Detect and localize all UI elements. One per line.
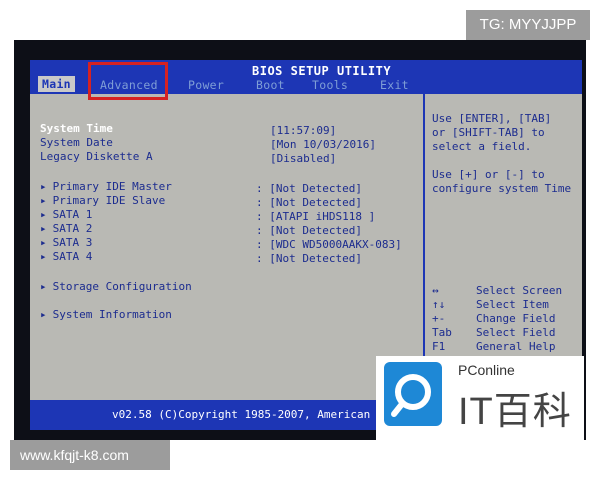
device-value: : [ATAPI iHDS118 ]	[256, 210, 376, 223]
device-label: SATA 4	[52, 250, 93, 263]
key-legend-row: F1 General Help	[432, 340, 555, 353]
device-value: : [Not Detected]	[256, 224, 362, 237]
key-action: General Help	[476, 340, 556, 353]
key-action: Change Field	[476, 312, 556, 325]
key-legend-row: ↔ Select Screen	[432, 284, 562, 297]
tab-tools[interactable]: Tools	[312, 78, 348, 92]
tg-watermark: TG: MYYJJPP	[466, 10, 590, 40]
legacy-diskette-label[interactable]: Legacy Diskette A	[40, 150, 153, 163]
system-time-value[interactable]: [11:57:09]	[270, 124, 336, 137]
device-label: SATA 3	[52, 236, 93, 249]
key-action: Select Field	[476, 326, 556, 339]
submenu-arrow-icon: ▸	[40, 180, 47, 193]
advanced-tab-highlight	[88, 62, 168, 100]
submenu-arrow-icon: ▸	[40, 194, 47, 207]
device-label: SATA 1	[52, 208, 93, 221]
submenu-arrow-icon: ▸	[40, 280, 47, 293]
submenu-arrow-icon: ▸	[40, 308, 47, 321]
key-name: Tab	[432, 326, 452, 339]
help-line: Use [ENTER], [TAB]	[432, 112, 552, 125]
key-legend-row: Tab Select Field	[432, 326, 555, 339]
system-date-value[interactable]: [Mon 10/03/2016]	[270, 138, 376, 151]
key-name: ↔	[432, 284, 439, 297]
key-action: Select Screen	[476, 284, 563, 297]
system-date-label[interactable]: System Date	[40, 136, 113, 149]
submenu-arrow-icon: ▸	[40, 208, 47, 221]
device-value: : [WDC WD5000AAKX-083]	[256, 238, 402, 251]
device-row-primary-ide-slave[interactable]: ▸ Primary IDE Slave	[40, 194, 165, 207]
legacy-diskette-value[interactable]: [Disabled]	[270, 152, 336, 165]
logo-brand: PConline	[458, 362, 515, 378]
site-watermark: www.kfqjt-k8.com	[10, 440, 170, 470]
key-name: ↑↓	[432, 298, 446, 311]
system-time-label[interactable]: System Time	[40, 122, 113, 135]
device-row-primary-ide-master[interactable]: ▸ Primary IDE Master	[40, 180, 172, 193]
key-legend-row: +- Change Field	[432, 312, 555, 325]
key-action: Select Item	[476, 298, 549, 311]
device-label: SATA 2	[52, 222, 93, 235]
panel-divider	[423, 94, 425, 400]
magnifier-icon	[384, 362, 442, 426]
device-row-sata-1[interactable]: ▸ SATA 1	[40, 208, 92, 221]
help-line: Use [+] or [-] to	[432, 168, 545, 181]
key-name: +-	[432, 312, 446, 325]
storage-configuration-item[interactable]: ▸ Storage Configuration	[40, 280, 192, 293]
device-label: Primary IDE Slave	[52, 194, 166, 207]
device-value: : [Not Detected]	[256, 196, 362, 209]
device-label: Primary IDE Master	[52, 180, 172, 193]
system-information-item[interactable]: ▸ System Information	[40, 308, 172, 321]
submenu-arrow-icon: ▸	[40, 222, 47, 235]
tab-boot[interactable]: Boot	[256, 78, 285, 92]
pconline-logo-panel: PConline IT百科	[376, 356, 584, 440]
help-line: configure system Time	[432, 182, 572, 195]
help-line: select a field.	[432, 140, 532, 153]
tab-main[interactable]: Main	[38, 76, 75, 92]
device-value: : [Not Detected]	[256, 252, 362, 265]
device-row-sata-3[interactable]: ▸ SATA 3	[40, 236, 92, 249]
logo-name: IT百科	[458, 391, 572, 433]
device-row-sata-2[interactable]: ▸ SATA 2	[40, 222, 92, 235]
submenu-arrow-icon: ▸	[40, 236, 47, 249]
help-line: or [SHIFT-TAB] to	[432, 126, 545, 139]
key-legend-row: ↑↓ Select Item	[432, 298, 549, 311]
bios-title: BIOS SETUP UTILITY	[252, 64, 392, 78]
tab-power[interactable]: Power	[188, 78, 224, 92]
device-value: : [Not Detected]	[256, 182, 362, 195]
key-name: F1	[432, 340, 446, 353]
submenu-arrow-icon: ▸	[40, 250, 47, 263]
tab-exit[interactable]: Exit	[380, 78, 409, 92]
device-row-sata-4[interactable]: ▸ SATA 4	[40, 250, 92, 263]
